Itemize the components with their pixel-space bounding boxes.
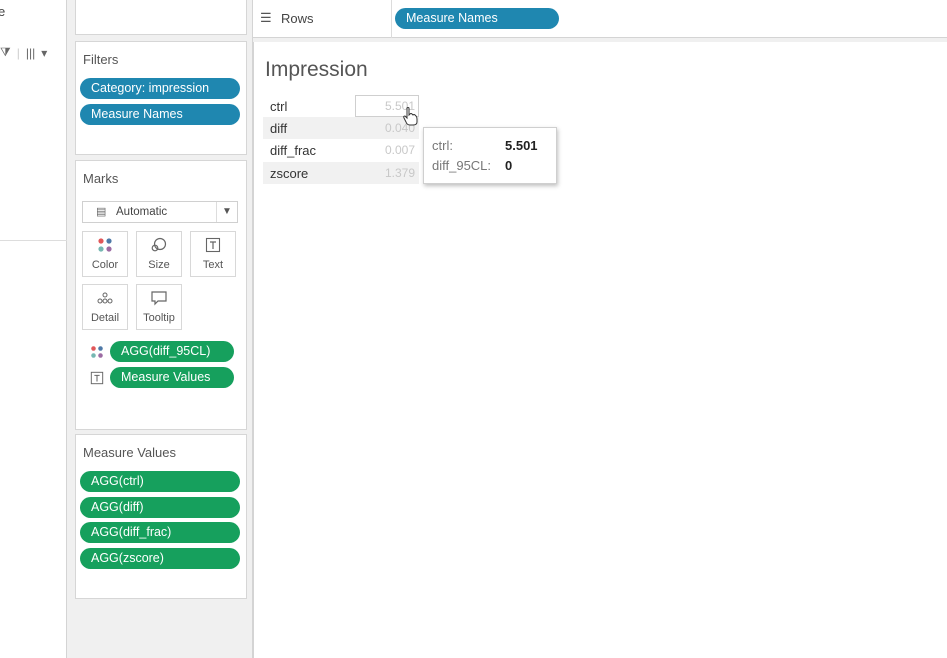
color-dots-icon: [83, 237, 127, 259]
tooltip-key-diff-95cl: diff_95CL:: [432, 158, 492, 173]
table-row[interactable]: ctrl 5.501: [263, 95, 419, 117]
row-header: zscore: [270, 166, 309, 181]
marks-card: Marks ▤ Automatic ▼ Color Size Text Deta…: [75, 160, 247, 430]
table-row[interactable]: diff_frac 0.007: [263, 139, 419, 161]
rows-shelf-label: ☰ Rows: [253, 0, 392, 38]
rows-icon: ☰: [260, 10, 272, 25]
cards-column: Filters Category: impression Measure Nam…: [67, 0, 253, 658]
filters-card: Filters Category: impression Measure Nam…: [75, 41, 247, 155]
measure-pill-diff[interactable]: AGG(diff): [80, 497, 240, 518]
filters-title: Filters: [83, 52, 119, 67]
cell-value: 1.379: [384, 166, 415, 180]
detail-button[interactable]: Detail: [82, 284, 128, 330]
color-dots-icon: [90, 345, 104, 364]
marks-title: Marks: [83, 171, 119, 186]
filter-pill-category[interactable]: Category: impression: [80, 78, 240, 99]
table-row[interactable]: diff 0.040: [263, 117, 419, 139]
text-label: Text: [202, 259, 224, 271]
hand-cursor-icon: [402, 106, 418, 131]
tooltip-popup: ctrl: 5.501 diff_95CL: 0: [423, 127, 557, 184]
measure-values-title: Measure Values: [83, 445, 176, 460]
measure-pill-ctrl[interactable]: AGG(ctrl): [80, 471, 240, 492]
chevron-down-icon[interactable]: ▾: [41, 46, 47, 60]
measure-pill-diff-frac[interactable]: AGG(diff_frac): [80, 522, 240, 543]
row-header: diff: [270, 121, 288, 136]
rows-label: Rows: [281, 11, 314, 26]
tooltip-value-ctrl: 5.501: [505, 138, 538, 153]
measure-values-card: Measure Values AGG(ctrl) AGG(diff) AGG(d…: [75, 434, 247, 599]
row-header: diff_frac: [270, 143, 317, 158]
tooltip-label: Tooltip: [143, 312, 175, 324]
filter-icon[interactable]: ⧩: [0, 45, 11, 60]
text-icon: [191, 237, 235, 259]
cell-value: 0.007: [384, 143, 415, 157]
detail-icon: [83, 290, 127, 312]
divider: [0, 240, 67, 241]
pages-card: [75, 0, 247, 35]
mark-type-value: Automatic: [116, 206, 168, 218]
text-icon: [90, 371, 104, 390]
detail-label: Detail: [90, 312, 120, 324]
measure-pill-zscore[interactable]: AGG(zscore): [80, 548, 240, 569]
data-pane-tools: ⧩ | ||| ▾: [0, 45, 48, 60]
size-icon: [137, 237, 181, 259]
columns-icon[interactable]: |||: [26, 46, 35, 60]
tooltip-icon: [137, 290, 181, 312]
size-button[interactable]: Size: [136, 231, 182, 277]
marks-field-agg-diff-95cl[interactable]: AGG(diff_95CL): [110, 341, 234, 362]
filter-pill-measure-names[interactable]: Measure Names: [80, 104, 240, 125]
tooltip-button[interactable]: Tooltip: [136, 284, 182, 330]
size-label: Size: [148, 259, 170, 271]
rows-shelf[interactable]: ☰ Rows Measure Names: [253, 0, 947, 38]
tooltip-key-ctrl: ctrl:: [432, 138, 453, 153]
text-button[interactable]: Text: [190, 231, 236, 277]
color-button[interactable]: Color: [82, 231, 128, 277]
mark-type-dropdown[interactable]: ▤ Automatic ▼: [82, 201, 238, 223]
view-canvas[interactable]: Impression ctrl 5.501 diff 0.040 diff_fr…: [253, 42, 947, 658]
text-icon: ▤: [96, 206, 107, 218]
color-label: Color: [91, 259, 119, 271]
view-title: Impression: [265, 58, 368, 81]
partial-label: e: [0, 4, 6, 19]
rows-pill-measure-names[interactable]: Measure Names: [395, 8, 559, 29]
row-header: ctrl: [270, 99, 288, 114]
tooltip-value-diff-95cl: 0: [505, 158, 513, 173]
chevron-down-icon[interactable]: ▼: [216, 202, 237, 222]
table-row[interactable]: zscore 1.379: [263, 162, 419, 184]
marks-field-measure-values[interactable]: Measure Values: [110, 367, 234, 388]
data-pane-edge: e ⧩ | ||| ▾: [0, 0, 67, 658]
